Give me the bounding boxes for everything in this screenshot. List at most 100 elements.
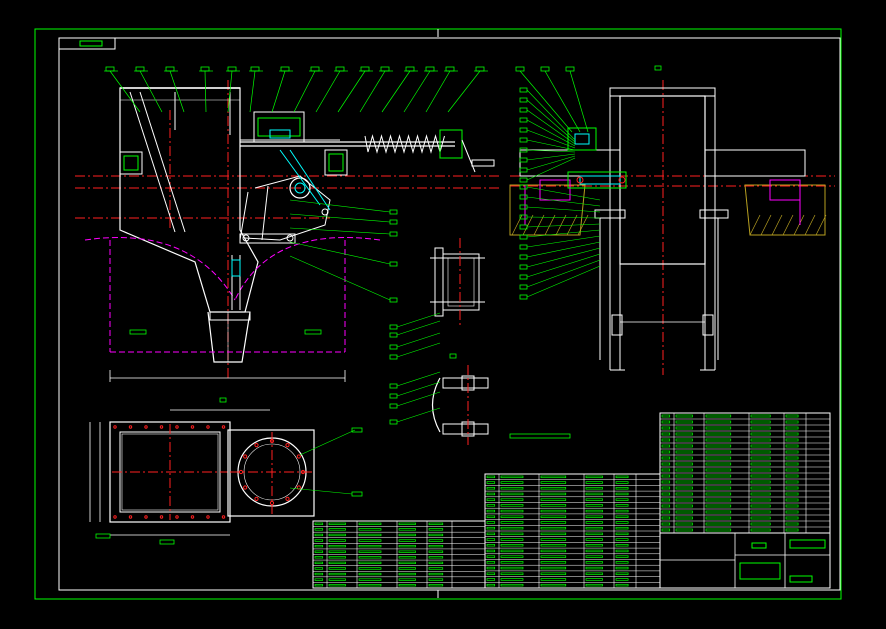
table-cell-text: [750, 522, 771, 526]
label-box: [95, 533, 111, 539]
table-cell-text: [314, 550, 324, 553]
label-box: [519, 274, 528, 280]
table-cell-text: [428, 556, 444, 559]
leader-line: [293, 70, 316, 113]
table-cell-text: [428, 572, 444, 576]
table-cell-text: [615, 572, 629, 575]
table-cell-text: [675, 528, 693, 532]
table-cell-text: [486, 532, 496, 536]
table-cell-text: [328, 584, 346, 587]
outer-border: [34, 28, 842, 600]
table-cell-text: [785, 516, 799, 520]
table-cell-text: [675, 462, 693, 466]
label-box: [519, 177, 528, 183]
linkage-arm: [261, 185, 269, 241]
table-cell-text: [585, 555, 603, 558]
leader-line: [425, 70, 451, 113]
leader-line: [526, 216, 601, 219]
leader-line: [526, 241, 601, 258]
label-box: [389, 219, 398, 225]
cyan-link: [279, 149, 321, 206]
table-cell-text: [500, 509, 524, 513]
bolt: [113, 515, 117, 519]
table-cell-text: [500, 492, 524, 496]
table-cell-text: [358, 528, 382, 531]
table-cell-text: [358, 522, 382, 525]
table-cell-text: [500, 561, 524, 564]
label-box: [519, 127, 528, 133]
table-cell-text: [428, 550, 444, 553]
label-box: [540, 66, 550, 72]
table-cell-text: [398, 561, 416, 565]
hopper-inner-slope: [129, 91, 176, 233]
hatch: [804, 214, 816, 236]
label-box: [389, 297, 398, 303]
label-box: [389, 393, 398, 399]
table-cell-text: [486, 504, 496, 507]
table-cell-text: [328, 572, 346, 576]
table-cell-text: [540, 578, 567, 581]
bolt: [190, 425, 195, 429]
label-box: [519, 284, 528, 290]
bolt-hole: [243, 454, 248, 459]
table-cell-text: [398, 567, 416, 570]
label-box: [335, 66, 345, 72]
table-cell-text: [705, 450, 732, 454]
chute-flange: [209, 311, 251, 321]
hopper-inner-slope: [139, 91, 186, 233]
table-cell-text: [486, 538, 496, 541]
label-box: [565, 66, 575, 72]
detail-bar: [442, 377, 489, 389]
table-cell-text: [675, 504, 693, 508]
pin: [286, 234, 294, 242]
label-box: [519, 167, 528, 173]
detail-inner: [447, 257, 475, 307]
table-cell-text: [398, 584, 416, 587]
table-cell-text: [750, 480, 771, 484]
label-box: [389, 354, 398, 360]
table-cell-text: [661, 456, 671, 460]
label-box: [310, 66, 320, 72]
label-box: [389, 344, 398, 350]
table-cell-text: [314, 528, 324, 531]
table-cell-text: [500, 487, 524, 490]
table-cell-text: [675, 516, 693, 520]
table-cell-text: [398, 522, 416, 525]
table-cell-text: [486, 521, 496, 524]
table-cell-text: [615, 555, 629, 558]
table-cell-text: [675, 486, 693, 490]
screw-thread: [364, 134, 445, 154]
table-cell-text: [705, 462, 732, 466]
table-cell-text: [785, 450, 799, 454]
table-cell-text: [615, 583, 629, 587]
table-cell-text: [615, 504, 629, 507]
label-box: [389, 332, 398, 338]
table-cell-text: [398, 528, 416, 531]
table-cell-text: [661, 450, 671, 454]
table-cell-text: [540, 561, 567, 564]
label-box: [515, 66, 525, 72]
table-cell-text: [785, 486, 799, 490]
drive-key: [269, 129, 291, 139]
title-text: [789, 539, 826, 549]
label-box: [389, 324, 398, 330]
table-cell-text: [540, 538, 567, 541]
table-cell-text: [486, 481, 496, 484]
table-cell-text: [500, 578, 524, 581]
title-text: [751, 542, 767, 549]
leader-line: [289, 241, 391, 265]
label-box: [389, 261, 398, 267]
table-cell-text: [675, 426, 693, 430]
table-cell-text: [675, 438, 693, 442]
table-cell-text: [500, 521, 524, 524]
table-cell-text: [661, 444, 671, 448]
label-box: [200, 66, 210, 72]
handwheel-lever: [461, 139, 476, 173]
table-cell-text: [785, 474, 799, 478]
parts-list-tables: [312, 412, 831, 589]
table-cell-text: [661, 468, 671, 472]
table-cell-text: [661, 474, 671, 478]
table-cell-text: [398, 572, 416, 576]
table-cell-text: [585, 498, 603, 501]
table-cell-text: [585, 583, 603, 587]
